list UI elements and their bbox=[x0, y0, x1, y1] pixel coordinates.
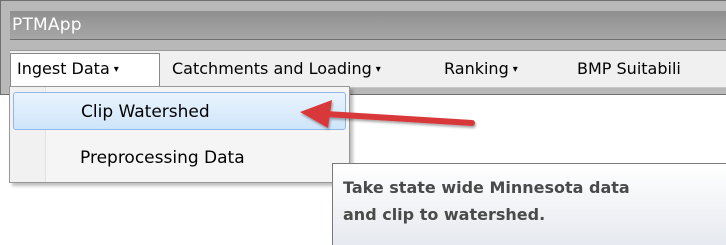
menu-ingest-data-label: Ingest Data bbox=[17, 59, 110, 78]
menu-catchments-label: Catchments and Loading bbox=[172, 59, 372, 78]
menu-ranking-label: Ranking bbox=[444, 59, 509, 78]
title-bar: PTMApp bbox=[10, 11, 726, 40]
menu-catchments-and-loading[interactable]: Catchments and Loading ▾ bbox=[172, 54, 381, 84]
tooltip-line-1: Take state wide Minnesota data bbox=[343, 178, 630, 197]
tooltip-line-2: and clip to watershed. bbox=[343, 205, 546, 224]
menu-item-clip-watershed[interactable]: Clip Watershed bbox=[13, 92, 346, 130]
menu-bmp-suitability-label: BMP Suitabili bbox=[577, 59, 681, 78]
tooltip: Take state wide Minnesota data and clip … bbox=[332, 163, 726, 245]
chevron-down-icon: ▾ bbox=[512, 64, 518, 75]
menu-bmp-suitability[interactable]: BMP Suitabili bbox=[577, 54, 681, 84]
menu-bar: Ingest Data ▾ Catchments and Loading ▾ Ran… bbox=[10, 50, 726, 88]
preprocessing-data-label: Preprocessing Data bbox=[80, 148, 245, 168]
window-title: PTMApp bbox=[12, 15, 82, 35]
clip-watershed-label: Clip Watershed bbox=[81, 102, 210, 122]
chevron-down-icon: ▾ bbox=[113, 64, 119, 75]
menu-ranking[interactable]: Ranking ▾ bbox=[444, 54, 518, 84]
tooltip-text: Take state wide Minnesota data and clip … bbox=[343, 174, 723, 228]
app-window: PTMApp Ingest Data ▾ Catchments and Loadi… bbox=[0, 0, 726, 95]
menu-ingest-data[interactable]: Ingest Data ▾ bbox=[10, 53, 160, 86]
menu-item-preprocessing-data[interactable]: Preprocessing Data bbox=[13, 139, 346, 177]
ingest-data-dropdown: Clip Watershed Preprocessing Data bbox=[9, 86, 350, 183]
chevron-down-icon: ▾ bbox=[375, 64, 381, 75]
